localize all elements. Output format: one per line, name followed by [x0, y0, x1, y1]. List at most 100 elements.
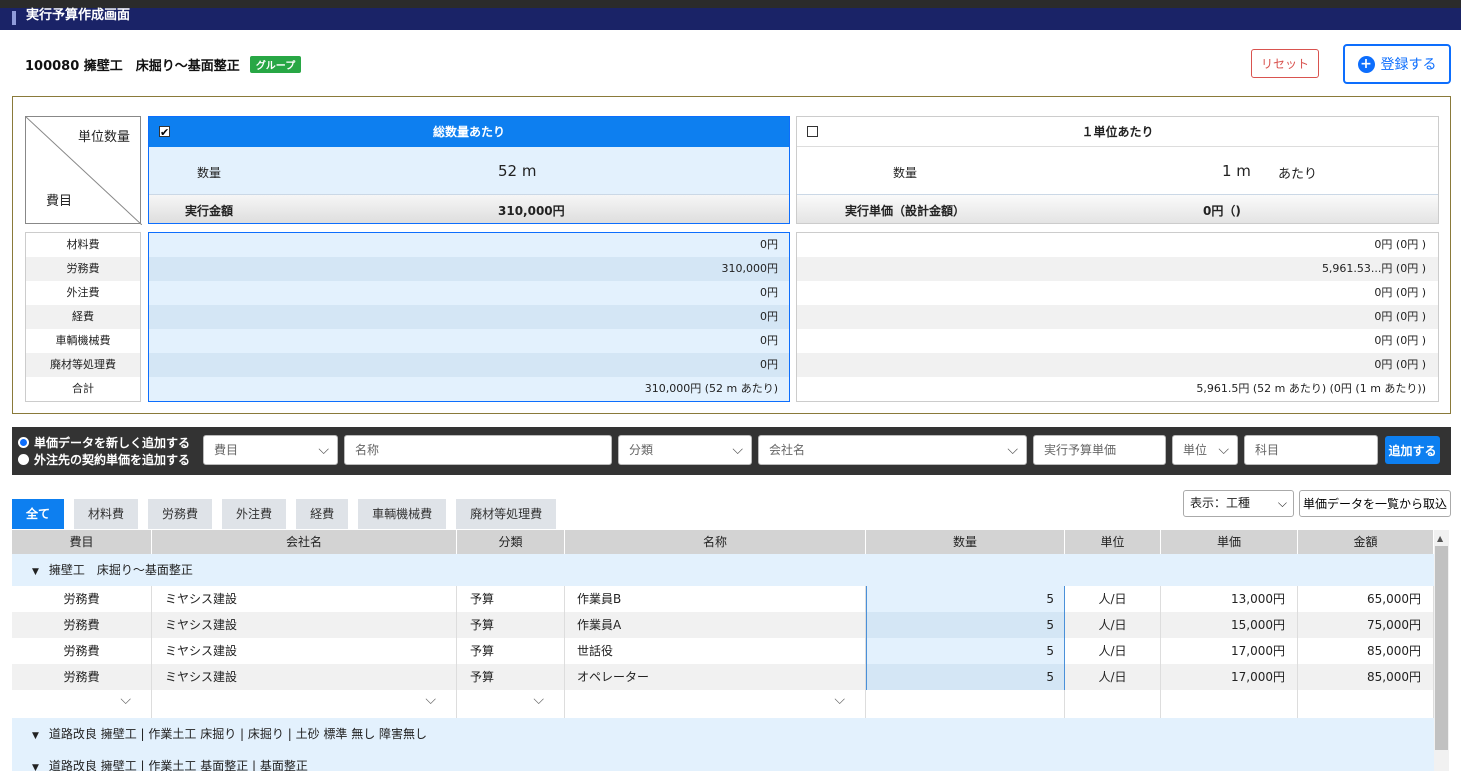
total-panel-title: 総数量あたり — [432, 125, 505, 139]
caret-down-icon[interactable]: ▼ — [32, 731, 39, 741]
cost-total-value: 0円 — [149, 353, 789, 377]
plus-circle-icon: + — [1357, 55, 1375, 73]
item-header: 100080 擁壁工 床掘り〜基面整正 グループ — [25, 55, 302, 74]
radio-selected-icon — [18, 437, 29, 448]
cell-qty[interactable]: 5 — [866, 586, 1065, 612]
view-select[interactable]: 表示：工種 ⌵ — [1183, 490, 1294, 517]
scrollbar-thumb[interactable] — [1435, 546, 1448, 750]
cell-qty[interactable]: 5 — [866, 612, 1065, 638]
radio-new-label: 単価データを新しく追加する — [34, 436, 191, 450]
tab-material[interactable]: 材料費 — [74, 499, 139, 529]
unit-qty-label: 数量 — [893, 166, 918, 180]
col-company[interactable]: 会社名 — [152, 530, 457, 554]
name-input[interactable]: 名称 — [344, 435, 612, 465]
group-row[interactable]: ▼ 道路改良 擁壁工 | 作業土工 床掘り | 床掘り | 土砂 標準 無し 障害… — [12, 718, 1434, 750]
total-checkbox[interactable] — [159, 118, 170, 148]
table-row[interactable]: 労務費 ミヤシス建設 予算 オペレーター 5 人/日 17,000円 85,00… — [12, 664, 1434, 690]
subject-placeholder: 科目 — [1255, 443, 1280, 457]
register-label: 登録する — [1380, 57, 1437, 73]
company-placeholder: 会社名 — [769, 443, 806, 457]
group-row[interactable]: ▼ 道路改良 擁壁工 | 作業土工 基面整正 | 基面整正 — [12, 750, 1434, 771]
unit-qty-row: 数量 1 m あたり — [797, 147, 1438, 195]
summary-panel: 単位数量 費目 総数量あたり 数量 52 m 実行金額 310,000円 １単位… — [12, 96, 1451, 414]
cell-company: ミヤシス建設 — [152, 586, 457, 612]
col-qty[interactable]: 数量 — [866, 530, 1065, 554]
grid-header: 費目 会社名 分類 名称 数量 単位 単価 金額 — [12, 530, 1434, 554]
col-price[interactable]: 単価 — [1161, 530, 1298, 554]
cost-type-select[interactable]: 費目 ⌵ — [203, 435, 338, 465]
view-select-value: 表示：工種 — [1190, 496, 1251, 510]
class-select[interactable]: 分類 ⌵ — [618, 435, 752, 465]
cost-unit-value: 0円 (0円 ) — [797, 329, 1438, 353]
unit-checkbox[interactable] — [807, 126, 818, 137]
total-quantity-panel: 総数量あたり 数量 52 m 実行金額 310,000円 — [148, 116, 790, 224]
cell-cost: 労務費 — [12, 638, 152, 664]
unit-amount-label: 実行単価（設計金額） — [845, 204, 966, 218]
filter-cost[interactable]: ⌵ — [12, 690, 152, 718]
radio-contract-option[interactable]: 外注先の契約単価を追加する — [18, 451, 190, 468]
filter-class[interactable]: ⌵ — [457, 690, 565, 718]
diag-bottom-label: 費目 — [46, 194, 73, 209]
reset-button[interactable]: リセット — [1251, 49, 1319, 78]
diagonal-header-cell: 単位数量 費目 — [25, 116, 142, 225]
col-cost[interactable]: 費目 — [12, 530, 152, 554]
chevron-down-icon: ⌵ — [425, 692, 436, 708]
radio-empty-icon — [18, 454, 29, 465]
subject-input[interactable]: 科目 — [1244, 435, 1378, 465]
tab-outsourcing[interactable]: 外注費 — [222, 499, 287, 529]
cell-qty[interactable]: 5 — [866, 664, 1065, 690]
tab-labor[interactable]: 労務費 — [148, 499, 213, 529]
tab-waste-disposal[interactable]: 廃材等処理費 — [456, 499, 557, 529]
col-amount[interactable]: 金額 — [1298, 530, 1434, 554]
tab-vehicle-machine[interactable]: 車輌機械費 — [358, 499, 447, 529]
group-badge: グループ — [249, 56, 302, 73]
tab-all[interactable]: 全て — [12, 499, 65, 529]
table-row[interactable]: 労務費 ミヤシス建設 予算 作業員A 5 人/日 15,000円 75,000円 — [12, 612, 1434, 638]
cost-tabs: 全て 材料費 労務費 外注費 経費 車輌機械費 廃材等処理費 — [12, 499, 557, 529]
table-row[interactable]: 労務費 ミヤシス建設 予算 世話役 5 人/日 17,000円 85,000円 — [12, 638, 1434, 664]
budget-price-input[interactable]: 実行予算単価 — [1033, 435, 1166, 465]
table-row[interactable]: 労務費 ミヤシス建設 予算 作業員B 5 人/日 13,000円 65,000円 — [12, 586, 1434, 612]
unit-panel-title: １単位あたり — [1081, 125, 1154, 139]
group-title: 道路改良 擁壁工 | 作業土工 基面整正 | 基面整正 — [48, 759, 308, 771]
cell-amount: 65,000円 — [1298, 586, 1434, 612]
name-placeholder: 名称 — [355, 443, 380, 457]
filter-name[interactable]: ⌵ — [565, 690, 866, 718]
group-row[interactable]: ▼ 擁壁工 床掘り〜基面整正 — [12, 554, 1434, 586]
cell-company: ミヤシス建設 — [152, 664, 457, 690]
cell-qty[interactable]: 5 — [866, 638, 1065, 664]
add-button[interactable]: 追加する — [1385, 436, 1440, 464]
cell-company: ミヤシス建設 — [152, 638, 457, 664]
unit-select[interactable]: 単位 ⌵ — [1172, 435, 1238, 465]
register-button[interactable]: + 登録する — [1343, 44, 1451, 84]
company-select[interactable]: 会社名 ⌵ — [758, 435, 1027, 465]
unit-placeholder: 単位 — [1183, 443, 1208, 457]
scroll-up-icon[interactable]: ▲ — [1437, 534, 1443, 543]
cost-unit-column: 0円 (0円 ) 5,961.53...円 (0円 ) 0円 (0円 ) 0円 … — [796, 232, 1439, 402]
cell-name: 世話役 — [565, 638, 866, 664]
filter-company[interactable]: ⌵ — [152, 690, 457, 718]
cell-price: 17,000円 — [1161, 638, 1298, 664]
total-amount-value: 310,000円 — [498, 204, 565, 218]
per-unit-panel: １単位あたり 数量 1 m あたり 実行単価（設計金額） 0円（) — [796, 116, 1439, 224]
caret-down-icon[interactable]: ▼ — [32, 567, 39, 577]
col-unit[interactable]: 単位 — [1065, 530, 1161, 554]
col-class[interactable]: 分類 — [457, 530, 565, 554]
grid-scrollbar[interactable]: ▲ — [1434, 530, 1449, 771]
tab-expenses[interactable]: 経費 — [296, 499, 349, 529]
col-name[interactable]: 名称 — [565, 530, 866, 554]
import-from-list-button[interactable]: 単価データを一覧から取込 — [1299, 490, 1451, 517]
chevron-down-icon: ⌵ — [1277, 496, 1287, 510]
cost-unit-value: 0円 (0円 ) — [797, 305, 1438, 329]
radio-new-option[interactable]: 単価データを新しく追加する — [18, 434, 190, 451]
unit-qty-suffix: あたり — [1278, 167, 1318, 182]
unit-amount-value: 0円（) — [1203, 204, 1241, 218]
cell-price: 17,000円 — [1161, 664, 1298, 690]
chevron-down-icon: ⌵ — [834, 692, 845, 708]
cost-unit-value: 5,961.53...円 (0円 ) — [797, 257, 1438, 281]
cell-class: 予算 — [457, 586, 565, 612]
cost-unit-value: 0円 (0円 ) — [797, 233, 1438, 257]
unit-panel-header: １単位あたり — [797, 117, 1438, 147]
caret-down-icon[interactable]: ▼ — [32, 763, 39, 771]
filter-unit — [1065, 690, 1161, 718]
